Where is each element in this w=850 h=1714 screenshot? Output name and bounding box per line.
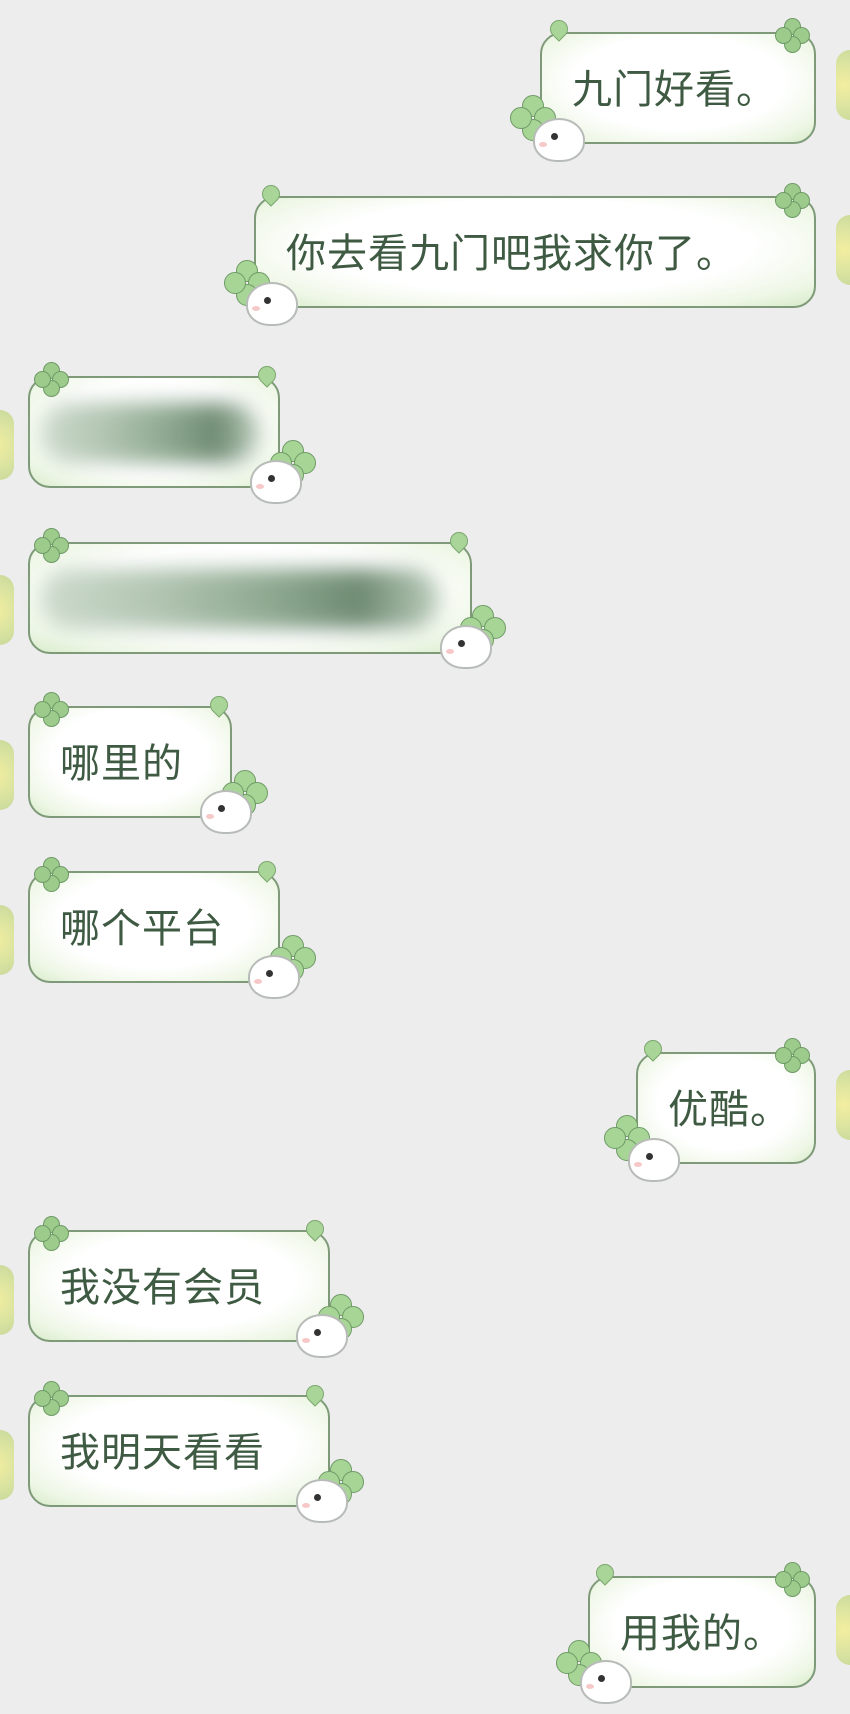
avatar[interactable] <box>0 1265 14 1335</box>
message-text: 我没有会员 <box>60 1265 265 1311</box>
blurred-content <box>40 403 260 463</box>
clover-icon <box>775 1038 810 1073</box>
bunny-sticker-icon <box>296 1314 348 1358</box>
avatar[interactable] <box>0 905 14 975</box>
avatar[interactable] <box>0 575 14 645</box>
blurred-content <box>40 569 440 629</box>
bunny-sticker-icon <box>250 460 302 504</box>
message-bubble-outgoing[interactable]: 你去看九门吧我求你了。 <box>254 196 816 308</box>
avatar[interactable] <box>836 215 850 285</box>
message-text: 哪里的 <box>60 741 183 787</box>
clover-icon <box>34 1216 69 1251</box>
clover-icon <box>34 857 69 892</box>
bunny-sticker-icon <box>246 282 298 326</box>
message-text: 优酷。 <box>668 1087 791 1133</box>
message-text: 九门好看。 <box>572 67 777 113</box>
avatar[interactable] <box>836 1595 850 1665</box>
message-bubble-incoming[interactable]: 我没有会员 <box>28 1230 330 1342</box>
clover-icon <box>34 692 69 727</box>
bunny-sticker-icon <box>533 118 585 162</box>
clover-icon <box>775 183 810 218</box>
avatar[interactable] <box>0 1430 14 1500</box>
avatar[interactable] <box>836 1070 850 1140</box>
message-text: 我明天看看 <box>60 1430 265 1476</box>
clover-icon <box>34 528 69 563</box>
clover-icon <box>34 1381 69 1416</box>
bunny-sticker-icon <box>200 790 252 834</box>
avatar[interactable] <box>0 410 14 480</box>
message-bubble-incoming-blurred[interactable] <box>28 542 472 654</box>
bunny-sticker-icon <box>628 1138 680 1182</box>
message-text: 你去看九门吧我求你了。 <box>286 231 737 277</box>
bunny-sticker-icon <box>440 625 492 669</box>
message-bubble-incoming[interactable]: 我明天看看 <box>28 1395 330 1507</box>
clover-icon <box>775 18 810 53</box>
bunny-sticker-icon <box>580 1660 632 1704</box>
avatar[interactable] <box>0 740 14 810</box>
bunny-sticker-icon <box>248 955 300 999</box>
clover-icon <box>775 1562 810 1597</box>
chat-area: 九门好看。 你去看九门吧我求你了。 哪里的 哪个平台 优酷。 我没有会员 我明天… <box>0 0 850 1714</box>
clover-icon <box>34 362 69 397</box>
message-text: 用我的。 <box>620 1611 784 1657</box>
bunny-sticker-icon <box>296 1479 348 1523</box>
message-text: 哪个平台 <box>60 906 224 952</box>
avatar[interactable] <box>836 50 850 120</box>
